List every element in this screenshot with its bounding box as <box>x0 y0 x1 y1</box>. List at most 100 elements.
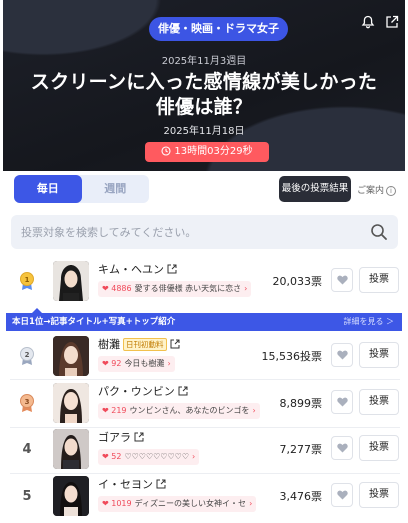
candidate-name[interactable]: キム・ヘユン <box>98 261 177 277</box>
vote-count: 7,277票 <box>279 443 323 456</box>
like-button[interactable] <box>331 343 353 367</box>
like-button[interactable] <box>331 268 353 292</box>
top-comment[interactable]: ❤ 52 ♡♡♡♡♡♡♡♡♡ › <box>98 449 200 465</box>
gold-medal-icon: 1 <box>20 272 34 290</box>
chevron-right-icon: › <box>167 359 171 368</box>
vote-button[interactable]: 投票 <box>359 389 399 415</box>
external-link-icon <box>170 339 179 349</box>
last-result-button[interactable]: 最後の投票結果 <box>279 176 351 202</box>
comment-text: ディズニーの美しい女神イ・セ <box>134 499 247 508</box>
title-line-1: スクリーンに入った感情線が美しかった <box>30 71 378 93</box>
date-label: 2025年11月18日 <box>163 126 245 137</box>
svg-text:3: 3 <box>25 398 30 406</box>
heart-icon: ❤ <box>102 406 109 415</box>
top-comment[interactable]: ❤ 1019 ディズニーの美しい女神イ・セ › <box>98 496 257 512</box>
feature-more-link[interactable]: 詳細を見る ＞ <box>343 313 394 331</box>
heart-icon: ❤ <box>102 499 109 508</box>
svg-text:1: 1 <box>25 276 30 284</box>
rank-medal-silver: 2 <box>10 334 44 378</box>
guide-link[interactable]: ご案内 i <box>357 183 397 196</box>
candidate-name[interactable]: パク・ウンビン <box>98 383 188 399</box>
heart-icon <box>336 275 348 285</box>
tab-daily[interactable]: 毎日 <box>14 175 82 203</box>
comment-count: 52 <box>111 452 122 461</box>
comment-count: 4886 <box>111 284 132 293</box>
vote-count: 20,033票 <box>272 275 323 288</box>
rank-medal-bronze: 3 <box>10 381 44 425</box>
comment-text: 今日も樹灘 <box>124 359 165 368</box>
feature-text: 本日1位→記事タイトル+写真+トップ紹介 <box>12 317 176 327</box>
svg-text:2: 2 <box>25 351 30 359</box>
chevron-right-icon: › <box>249 499 253 508</box>
ranking-row: 3 パク・ウンビン ❤ 219 ウンビンさん、あなたのビンゴを › 8,899票 投… <box>10 381 400 425</box>
ranking-row: 4 ゴアラ ❤ 52 ♡♡♡♡♡♡♡♡♡ › 7,277票 投票 <box>10 427 400 471</box>
guide-label: ご案内 <box>357 186 385 196</box>
like-button[interactable] <box>331 436 353 460</box>
heart-icon <box>336 397 348 407</box>
search-input[interactable] <box>21 215 361 249</box>
candidate-name-text: キム・ヘユン <box>98 263 164 276</box>
vote-button[interactable]: 投票 <box>359 342 399 368</box>
comment-text: ♡♡♡♡♡♡♡♡♡ <box>124 452 189 461</box>
avatar[interactable] <box>53 261 89 301</box>
candidate-name-text: パク・ウンビン <box>98 385 175 398</box>
search-icon[interactable] <box>370 223 388 241</box>
external-link-icon <box>134 432 144 442</box>
top-comment[interactable]: ❤ 92 今日も樹灘 › <box>98 356 175 372</box>
comment-text: ウンビンさん、あなたのビンゴを <box>129 406 250 415</box>
ranking-row: 1 キム・ヘユン ❤ 4886 愛する俳優様 赤い天気に恋さ › 20,033票 投… <box>10 259 400 303</box>
chevron-right-icon: › <box>191 452 196 461</box>
heart-icon: ❤ <box>102 452 109 461</box>
like-button[interactable] <box>331 390 353 414</box>
rank-number: 5 <box>22 488 32 504</box>
period-tabs: 毎日 週間 <box>14 175 149 203</box>
avatar[interactable] <box>53 336 89 376</box>
chevron-right-icon: › <box>252 406 256 415</box>
candidate-name[interactable]: イ・セヨン <box>98 476 166 492</box>
countdown-text: 13時間03分29秒 <box>174 146 253 157</box>
ranking-row: 2 樹灘 日刊初動料 ❤ 92 今日も樹灘 › 15,536投票 投票 <box>10 334 400 378</box>
bronze-medal-icon: 3 <box>20 394 34 412</box>
comment-text: 愛する俳優様 赤い天気に恋さ <box>134 284 242 293</box>
rank-medal-gold: 1 <box>10 259 44 303</box>
search-bar <box>11 215 398 249</box>
comment-count: 219 <box>111 406 127 415</box>
avatar[interactable] <box>53 476 89 516</box>
hero-banner: 俳優・映画・ドラマ女子 2025年11月3週目 スクリーンに入った感情線が美しか… <box>3 0 405 171</box>
heart-icon: ❤ <box>102 359 109 368</box>
silver-medal-icon: 2 <box>20 347 34 365</box>
feature-banner[interactable]: 本日1位→記事タイトル+写真+トップ紹介 詳細を見る ＞ <box>6 313 402 331</box>
top-comment[interactable]: ❤ 4886 愛する俳優様 赤い天気に恋さ › <box>98 281 252 297</box>
heart-icon <box>336 443 348 453</box>
candidate-name-text: イ・セヨン <box>98 478 153 491</box>
avatar[interactable] <box>53 429 89 469</box>
ranking-row: 5 イ・セヨン ❤ 1019 ディズニーの美しい女神イ・セ › 3,476票 投票 <box>10 474 400 518</box>
clock-icon <box>161 146 171 156</box>
candidate-name-text: 樹灘 <box>98 338 120 351</box>
bell-icon[interactable] <box>361 14 375 29</box>
vote-button[interactable]: 投票 <box>359 267 399 293</box>
category-tag[interactable]: 俳優・映画・ドラマ女子 <box>149 17 288 41</box>
vote-count: 3,476票 <box>279 490 323 503</box>
external-link-icon <box>156 479 166 489</box>
top-comment[interactable]: ❤ 219 ウンビンさん、あなたのビンゴを › <box>98 403 260 419</box>
candidate-name[interactable]: ゴアラ <box>98 429 144 445</box>
countdown-timer: 13時間03分29秒 <box>145 142 269 162</box>
external-link-icon <box>167 264 177 274</box>
info-icon: i <box>386 186 397 196</box>
comment-count: 92 <box>111 359 122 368</box>
like-button[interactable] <box>331 483 353 507</box>
vote-count: 8,899票 <box>279 397 323 410</box>
title-line-2: 俳優は誰？ <box>155 96 253 118</box>
vote-count: 15,536投票 <box>261 350 323 363</box>
divider <box>10 379 400 380</box>
avatar[interactable] <box>53 383 89 423</box>
page-title: スクリーンに入った感情線が美しかった 俳優は誰？ <box>3 70 405 120</box>
candidate-name[interactable]: 樹灘 日刊初動料 <box>98 336 180 352</box>
vote-button[interactable]: 投票 <box>359 435 399 461</box>
share-icon[interactable] <box>385 14 399 28</box>
vote-button[interactable]: 投票 <box>359 482 399 508</box>
tab-weekly[interactable]: 週間 <box>82 175 150 203</box>
week-label: 2025年11月3週目 <box>161 56 247 67</box>
status-badge: 日刊初動料 <box>123 338 167 351</box>
